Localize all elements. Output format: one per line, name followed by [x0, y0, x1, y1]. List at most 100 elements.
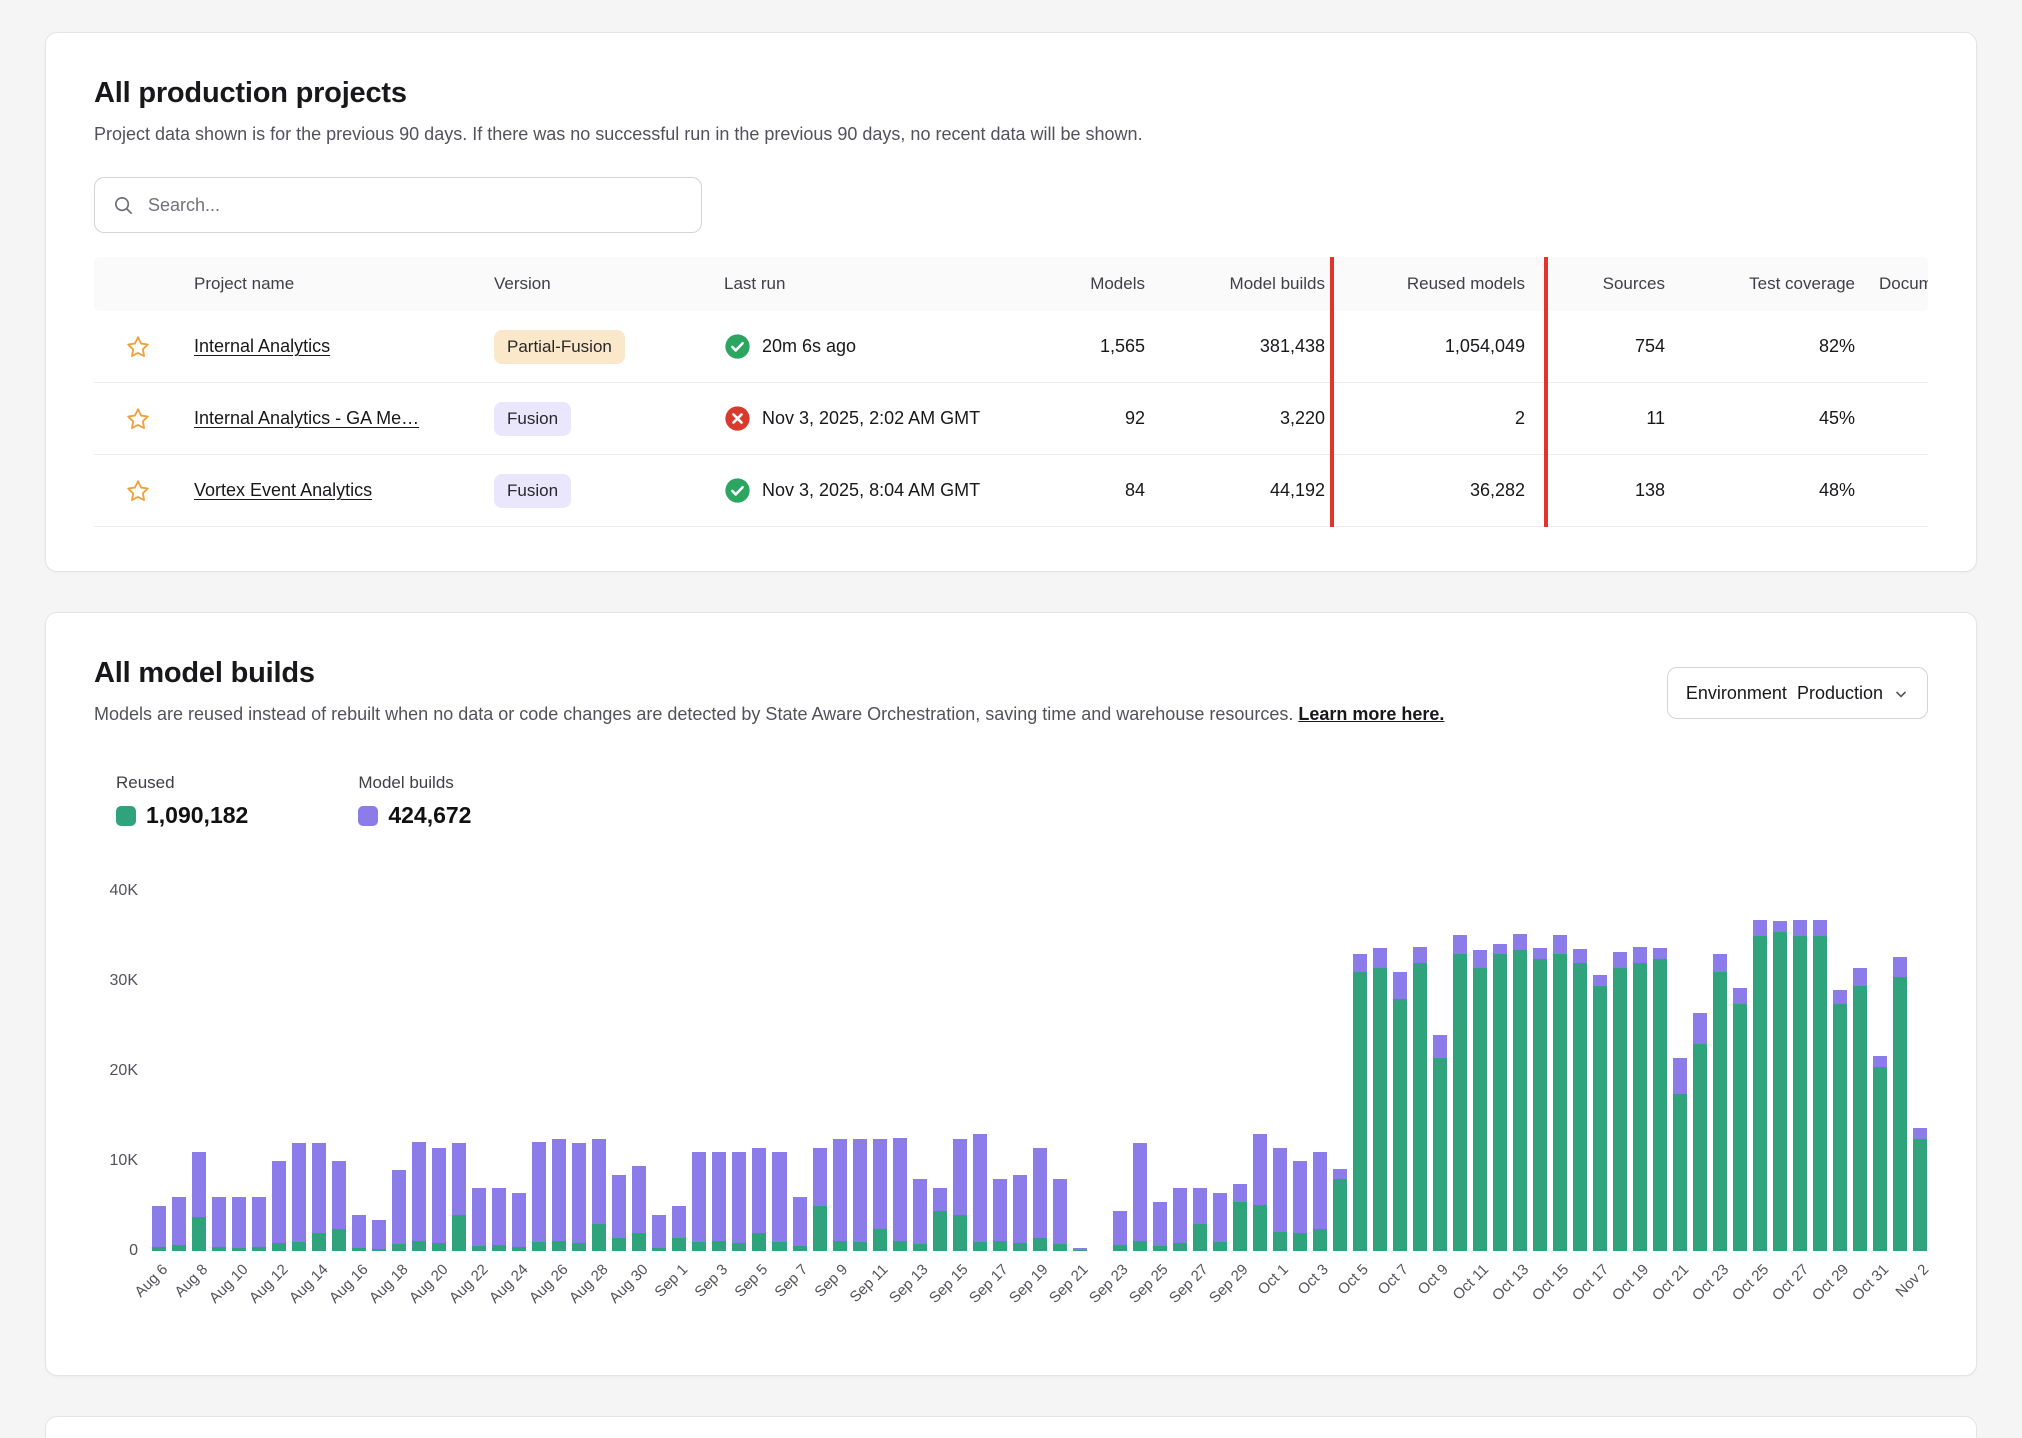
learn-more-link[interactable]: Learn more here. [1298, 704, 1444, 724]
bar-oct-1[interactable] [1273, 1148, 1287, 1251]
bar-sep-29[interactable] [1233, 1184, 1247, 1252]
bar-oct-7[interactable] [1393, 972, 1407, 1251]
search-input[interactable] [146, 194, 683, 217]
bar-aug-27[interactable] [572, 1143, 586, 1251]
bar-oct-23[interactable] [1713, 954, 1727, 1251]
bar-sep-13[interactable] [913, 1179, 927, 1251]
bar-aug-20[interactable] [432, 1148, 446, 1251]
bar-oct-30[interactable] [1853, 968, 1867, 1252]
bar-oct-24[interactable] [1733, 988, 1747, 1252]
favorite-star-icon[interactable] [125, 478, 151, 504]
bar-aug-17[interactable] [372, 1220, 386, 1251]
bar-aug-28[interactable] [592, 1139, 606, 1252]
column-header: Version [482, 274, 712, 294]
bar-aug-23[interactable] [492, 1188, 506, 1251]
bar-oct-6[interactable] [1373, 948, 1387, 1251]
bar-oct-31[interactable] [1873, 1056, 1887, 1251]
bar-oct-22[interactable] [1693, 1013, 1707, 1252]
bar-oct-28[interactable] [1813, 920, 1827, 1251]
bar-nov-2[interactable] [1913, 1128, 1927, 1251]
bar-oct-3[interactable] [1313, 1152, 1327, 1251]
bar-oct-15[interactable] [1553, 935, 1567, 1252]
bar-oct-14[interactable] [1533, 948, 1547, 1251]
bar-sep-18[interactable] [1013, 1175, 1027, 1251]
bar-aug-25[interactable] [532, 1142, 546, 1252]
bar-aug-14[interactable] [312, 1143, 326, 1251]
bar-aug-13[interactable] [292, 1143, 306, 1251]
search-box[interactable] [94, 177, 702, 233]
favorite-star-icon[interactable] [125, 334, 151, 360]
project-name-link[interactable]: Vortex Event Analytics [194, 480, 372, 500]
bar-nov-1[interactable] [1893, 957, 1907, 1251]
bar-aug-29[interactable] [612, 1175, 626, 1252]
bar-oct-20[interactable] [1653, 948, 1667, 1251]
bar-aug-21[interactable] [452, 1143, 466, 1251]
bar-aug-10[interactable] [232, 1197, 246, 1251]
bar-oct-2[interactable] [1293, 1161, 1307, 1251]
environment-dropdown[interactable]: Environment Production [1667, 667, 1928, 719]
bar-sep-3[interactable] [712, 1152, 726, 1251]
bar-oct-27[interactable] [1793, 920, 1807, 1251]
bar-oct-13[interactable] [1513, 934, 1527, 1252]
bar-sep-1[interactable] [672, 1206, 686, 1251]
bar-sep-14[interactable] [933, 1188, 947, 1251]
bar-sep-24[interactable] [1133, 1143, 1147, 1251]
bar-aug-15[interactable] [332, 1161, 346, 1251]
bar-oct-8[interactable] [1413, 947, 1427, 1251]
bar-sep-6[interactable] [772, 1152, 786, 1251]
bar-oct-4[interactable] [1333, 1169, 1347, 1252]
bar-sep-10[interactable] [853, 1139, 867, 1252]
bar-sep-17[interactable] [993, 1179, 1007, 1251]
bar-sep-28[interactable] [1213, 1193, 1227, 1252]
bar-aug-6[interactable] [152, 1206, 166, 1251]
bar-aug-8[interactable] [192, 1152, 206, 1251]
bar-sep-15[interactable] [953, 1139, 967, 1252]
bar-sep-2[interactable] [692, 1152, 706, 1251]
bar-oct-25[interactable] [1753, 920, 1767, 1251]
project-name-link[interactable]: Internal Analytics [194, 336, 330, 356]
bar-oct-9[interactable] [1433, 1035, 1447, 1251]
bar-aug-31[interactable] [652, 1215, 666, 1251]
bar-sep-9[interactable] [833, 1139, 847, 1251]
bar-oct-29[interactable] [1833, 990, 1847, 1251]
bar-sep-19[interactable] [1033, 1148, 1047, 1252]
bar-aug-22[interactable] [472, 1188, 486, 1251]
bar-aug-26[interactable] [552, 1139, 566, 1251]
bar-oct-26[interactable] [1773, 921, 1787, 1251]
bar-sep-8[interactable] [813, 1148, 827, 1252]
models-cell: 92 [1032, 408, 1157, 429]
bar-oct-16[interactable] [1573, 949, 1587, 1251]
bar-aug-16[interactable] [352, 1215, 366, 1251]
bar-sep-30[interactable] [1253, 1134, 1267, 1251]
bar-sep-12[interactable] [893, 1138, 907, 1251]
bar-oct-11[interactable] [1473, 950, 1487, 1252]
bar-sep-16[interactable] [973, 1134, 987, 1251]
bar-aug-24[interactable] [512, 1193, 526, 1252]
bar-aug-12[interactable] [272, 1161, 286, 1251]
bar-oct-10[interactable] [1453, 935, 1467, 1252]
bar-oct-17[interactable] [1593, 975, 1607, 1251]
bar-oct-21[interactable] [1673, 1058, 1687, 1252]
bar-aug-30[interactable] [632, 1166, 646, 1252]
bar-aug-11[interactable] [252, 1197, 266, 1251]
bar-sep-26[interactable] [1173, 1188, 1187, 1251]
bar-oct-19[interactable] [1633, 947, 1647, 1251]
favorite-star-icon[interactable] [125, 406, 151, 432]
bar-sep-7[interactable] [793, 1197, 807, 1251]
bar-sep-4[interactable] [732, 1152, 746, 1251]
bar-oct-5[interactable] [1353, 954, 1367, 1251]
bar-sep-27[interactable] [1193, 1188, 1207, 1251]
bar-sep-5[interactable] [752, 1148, 766, 1252]
bar-sep-25[interactable] [1153, 1202, 1167, 1251]
bar-sep-11[interactable] [873, 1139, 887, 1252]
bar-aug-9[interactable] [212, 1197, 226, 1251]
models-cell: 84 [1032, 480, 1157, 501]
project-name-link[interactable]: Internal Analytics - GA Me… [194, 408, 419, 428]
bar-sep-20[interactable] [1053, 1179, 1067, 1251]
bar-aug-19[interactable] [412, 1142, 426, 1252]
bar-oct-18[interactable] [1613, 952, 1627, 1252]
bar-oct-12[interactable] [1493, 944, 1507, 1252]
bar-aug-7[interactable] [172, 1197, 186, 1251]
bar-aug-18[interactable] [392, 1170, 406, 1251]
bar-sep-23[interactable] [1113, 1211, 1127, 1251]
